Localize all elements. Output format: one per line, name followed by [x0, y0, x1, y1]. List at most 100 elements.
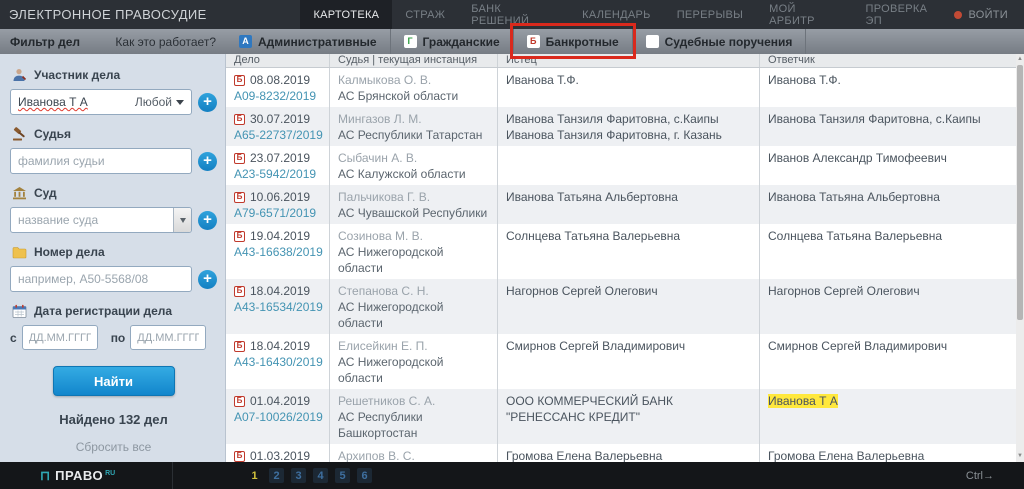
defendant-name: Иванова Татьяна Альбертовна [768, 189, 1018, 205]
page-button-3[interactable]: 3 [291, 468, 306, 483]
search-button[interactable]: Найти [53, 366, 175, 396]
nav-item-active[interactable]: КАРТОТЕКА [300, 0, 392, 29]
defendant-text: Солнцева Татьяна Валерьевна [768, 229, 942, 243]
date-to-input[interactable] [130, 325, 206, 350]
court-name: АС Нижегородской области [338, 299, 491, 331]
filter-title: Фильтр дел [10, 35, 80, 49]
scroll-up-arrow-icon[interactable]: ▲ [1016, 55, 1024, 64]
plaintiff-cell: Солнцева Татьяна Валерьевна [498, 224, 760, 279]
pagination: 123456 [247, 468, 372, 483]
nav-item-link[interactable]: ПЕРЕРЫВЫ [664, 0, 756, 29]
table-row: Б18.04.2019А43-16430/2019 Елисейкин Е. П.… [226, 334, 1024, 389]
tab-банкротные[interactable]: ББанкротные [514, 29, 633, 54]
vertical-scrollbar[interactable]: ▲ ▼ [1016, 54, 1024, 462]
scrollbar-thumb[interactable] [1017, 65, 1023, 320]
plaintiff-list: Иванова Татьяна Альбертовна [506, 189, 678, 205]
nav-item-link[interactable]: ПРОВЕРКА ЭП [853, 0, 955, 29]
judge-cell: Сыбачин А. В.АС Калужской области [330, 146, 498, 185]
nav-item-link[interactable]: КАЛЕНДАРЬ [569, 0, 664, 29]
login-button[interactable]: ВОЙТИ [954, 0, 1024, 29]
case-number-section-label: Номер дела [12, 245, 217, 259]
defendant-name: Нагорнов Сергей Олегович [768, 283, 1018, 299]
case-date: 08.08.2019 [250, 72, 310, 88]
nav-item-link[interactable]: БАНК РЕШЕНИЙ [458, 0, 569, 29]
case-number-link[interactable]: А43-16430/2019 [234, 354, 323, 370]
case-number-link[interactable]: А09-8232/2019 [234, 88, 323, 104]
case-date: 10.06.2019 [250, 189, 310, 205]
add-case-number-button[interactable]: + [198, 270, 217, 289]
judge-name: Елисейкин Е. П. [338, 338, 491, 354]
table-row: Б01.03.2019А43-8900/2019Архипов В. С.АС … [226, 444, 1024, 462]
case-date-line: Б19.04.2019 [234, 228, 323, 244]
defendant-cell: Смирнов Сергей Владимирович [760, 334, 1024, 389]
case-number-link[interactable]: А79-6571/2019 [234, 205, 323, 221]
court-name: АС Чувашской Республики [338, 205, 491, 221]
case-number-link[interactable]: А65-22737/2019 [234, 127, 323, 143]
defendant-text: Иванова Танзиля Фаритовна, с.Каипы [768, 112, 981, 126]
how-it-works-link[interactable]: Как это работает? [115, 35, 216, 49]
case-date-line: Б30.07.2019 [234, 111, 323, 127]
defendant-name: Громова Елена Валерьевна [768, 448, 1018, 462]
table-header: ДелоСудья | текущая инстанцияИстецОтветч… [226, 54, 1024, 68]
table-row: Б23.07.2019А23-5942/2019Сыбачин А. В.АС … [226, 146, 1024, 185]
bankruptcy-badge-icon: Б [234, 75, 245, 86]
add-court-button[interactable]: + [198, 211, 217, 230]
page-button-6[interactable]: 6 [357, 468, 372, 483]
judge-cell: Созинова М. В.АС Нижегородской области [330, 224, 498, 279]
scroll-down-arrow-icon[interactable]: ▼ [1016, 452, 1024, 461]
case-cell: Б18.04.2019А43-16430/2019 [226, 334, 330, 389]
judge-name: Сыбачин А. В. [338, 150, 491, 166]
page-button-2[interactable]: 2 [269, 468, 284, 483]
plaintiff-cell: Смирнов Сергей Владимирович [498, 334, 760, 389]
participant-role-dropdown[interactable]: Любой [135, 95, 184, 109]
case-number-link[interactable]: А23-5942/2019 [234, 166, 323, 182]
court-select-arrow[interactable] [173, 208, 191, 232]
judge-cell: Пальчикова Г. В.АС Чувашской Республики [330, 185, 498, 224]
tab-судебные поручения[interactable]: Судебные поручения [633, 29, 807, 54]
table-row: Б01.04.2019А07-10026/2019Решетников С. А… [226, 389, 1024, 444]
court-select[interactable]: название суда [10, 207, 192, 233]
chevron-down-icon [176, 100, 184, 105]
search-match-highlight: Иванова Т А [768, 394, 838, 408]
court-name: АС Республики Башкортостан [338, 409, 491, 441]
date-from-input[interactable] [22, 325, 98, 350]
bankruptcy-badge-icon: Б [234, 286, 245, 297]
court-name: АС Нижегородской области [338, 244, 491, 276]
defendant-name: Солнцева Татьяна Валерьевна [768, 228, 1018, 244]
court-section-label: Суд [12, 186, 217, 200]
page-button-5[interactable]: 5 [335, 468, 350, 483]
case-date-line: Б01.04.2019 [234, 393, 323, 409]
case-number-input[interactable] [10, 266, 192, 292]
case-number-link[interactable]: А43-16638/2019 [234, 244, 323, 260]
nav-item-link[interactable]: СТРАЖ [392, 0, 458, 29]
judge-input[interactable] [10, 148, 192, 174]
judge-cell: Мингазов Л. М.АС Республики Татарстан [330, 107, 498, 146]
column-header: Дело [226, 54, 330, 67]
judge-name: Калмыкова О. В. [338, 72, 491, 88]
tab-административные[interactable]: ААдминистративные [226, 29, 391, 54]
defendant-cell: Иванова Т.Ф. [760, 68, 1024, 107]
tab-гражданские[interactable]: ГГражданские [391, 29, 514, 54]
case-number-link[interactable]: А43-16534/2019 [234, 299, 323, 315]
case-cell: Б01.04.2019А07-10026/2019 [226, 389, 330, 444]
case-number-link[interactable]: А07-10026/2019 [234, 409, 323, 425]
case-date-line: Б18.04.2019 [234, 338, 323, 354]
plaintiff-list: Нагорнов Сергей Олегович [506, 283, 658, 299]
reset-all-link[interactable]: Сбросить все [10, 440, 217, 454]
defendant-cell: Громова Елена Валерьевна [760, 444, 1024, 462]
results-count: Найдено 132 дел [10, 412, 217, 427]
participant-input[interactable]: Иванова Т А Любой [10, 89, 192, 115]
table-row: Б30.07.2019А65-22737/2019 Мингазов Л. М.А… [226, 107, 1024, 146]
judge-name: Архипов В. С. [338, 448, 491, 462]
case-date: 23.07.2019 [250, 150, 310, 166]
add-participant-button[interactable]: + [198, 93, 217, 112]
plaintiff-list: Иванова Т.Ф. [506, 72, 579, 88]
add-judge-button[interactable]: + [198, 152, 217, 171]
person-icon [12, 68, 27, 82]
table-body: Б08.08.2019А09-8232/2019Калмыкова О. В.А… [226, 68, 1024, 462]
page-button-1[interactable]: 1 [247, 468, 262, 483]
page-button-4[interactable]: 4 [313, 468, 328, 483]
nav-item-link[interactable]: МОЙ АРБИТР [756, 0, 852, 29]
court-name: АС Брянской области [338, 88, 491, 104]
pravo-ru-logo[interactable]: ⊓ ПРАВО RU [0, 468, 172, 484]
